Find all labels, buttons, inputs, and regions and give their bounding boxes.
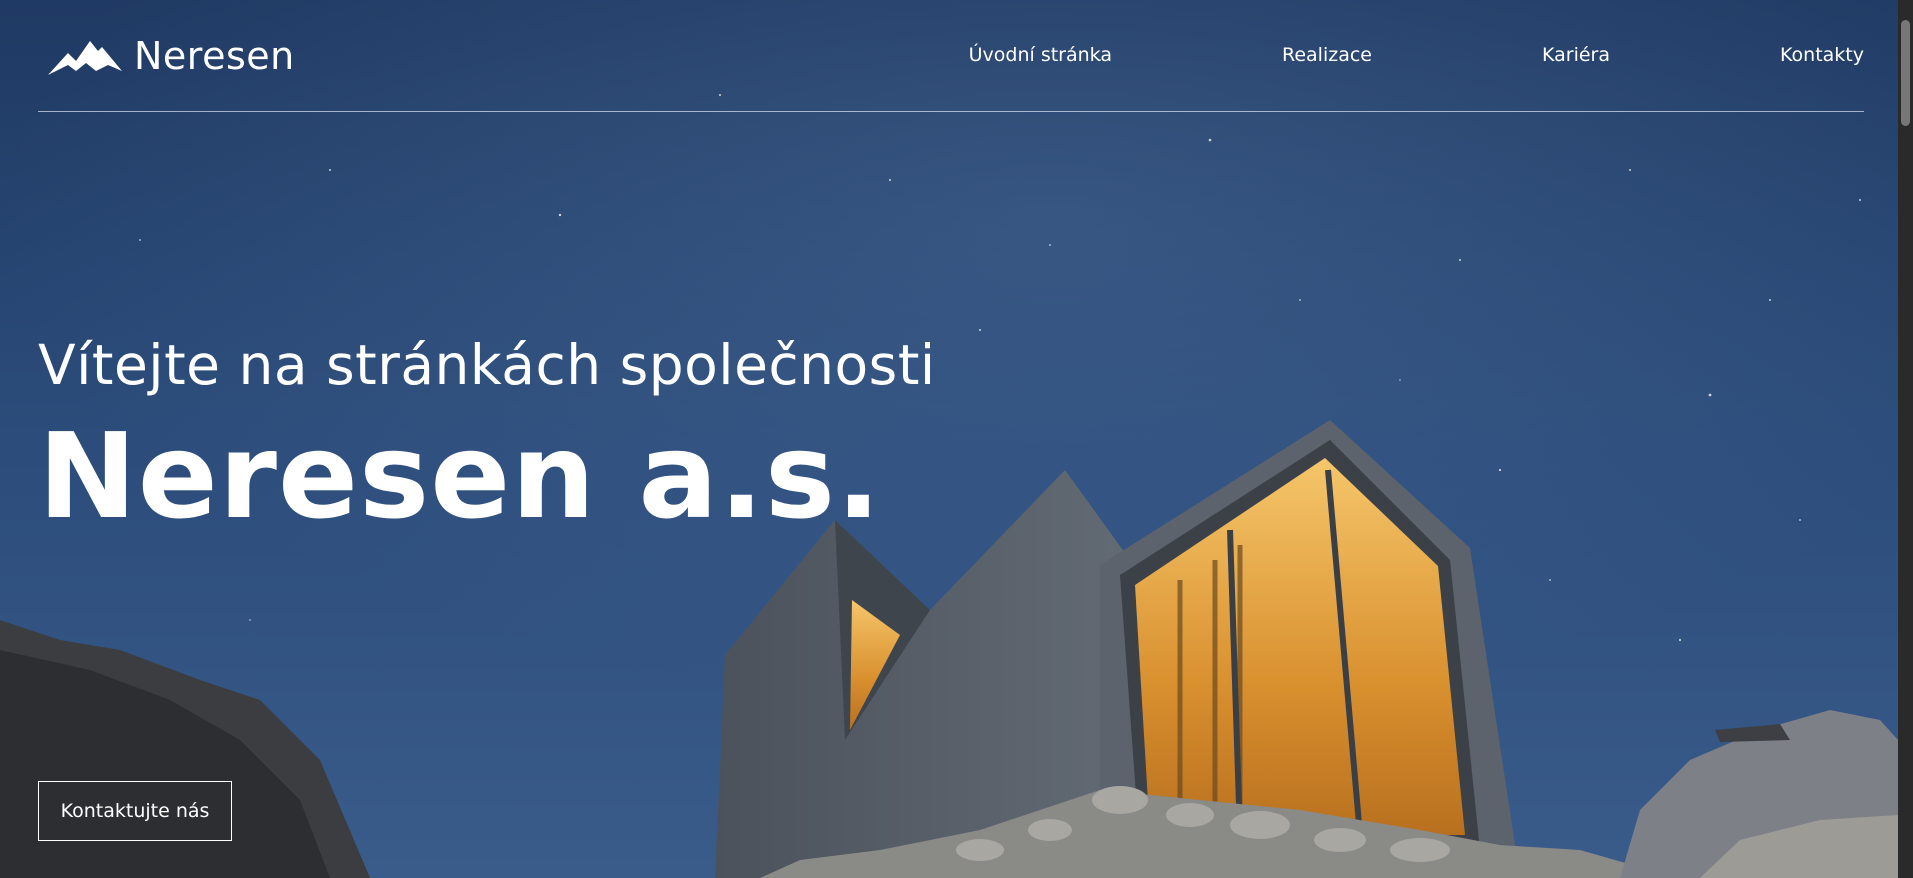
hero-section: Neresen Úvodní stránka Realizace Kariéra… (0, 0, 1913, 878)
header-divider (38, 111, 1864, 112)
hero-welcome-heading: Vítejte na stránkách společnosti (38, 333, 936, 397)
nav-link-realizace[interactable]: Realizace (1282, 44, 1372, 66)
vertical-scrollbar[interactable] (1898, 0, 1913, 878)
contact-us-button[interactable]: Kontaktujte nás (38, 781, 232, 841)
nav-link-kariera[interactable]: Kariéra (1542, 44, 1610, 66)
header: Neresen Úvodní stránka Realizace Kariéra… (38, 0, 1864, 112)
brand-logo[interactable]: Neresen (46, 34, 295, 78)
main-nav: Úvodní stránka Realizace Kariéra Kontakt… (969, 44, 1864, 66)
hero-company-title: Neresen a.s. (38, 407, 882, 545)
mountain-icon (48, 41, 122, 75)
brand-name: Neresen (134, 34, 295, 78)
scrollbar-thumb[interactable] (1901, 20, 1910, 126)
nav-link-kontakty[interactable]: Kontakty (1780, 44, 1864, 66)
nav-link-home[interactable]: Úvodní stránka (969, 44, 1112, 66)
